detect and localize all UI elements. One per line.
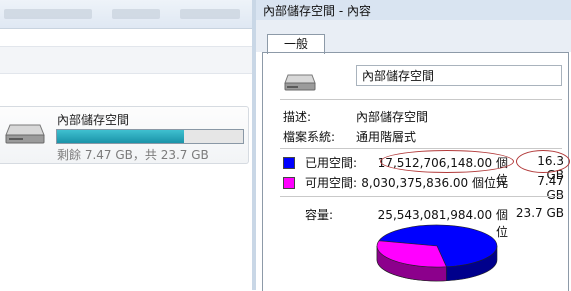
properties-dialog: 內部儲存空間 - 內容 一般 內部儲存空間 描述: 內部儲存空間 檔案系統: 通… xyxy=(252,0,571,291)
capacity-label: 容量: xyxy=(305,208,334,222)
capacity-size: 23.7 GB xyxy=(515,206,564,220)
explorer-pane: 內部儲存空間 剩餘 7.47 GB，共 23.7 GB xyxy=(0,0,252,290)
highlight-circle xyxy=(380,150,514,173)
free-space-size: 7.47 GB xyxy=(537,174,564,202)
drive-free-space-text: 剩餘 7.47 GB，共 23.7 GB xyxy=(57,148,209,162)
description-label: 描述: xyxy=(283,110,312,124)
divider xyxy=(280,148,562,149)
usage-pie-chart xyxy=(376,224,498,282)
hard-drive-icon xyxy=(5,124,45,144)
description-value: 內部儲存空間 xyxy=(356,110,429,124)
used-space-swatch xyxy=(283,157,295,169)
free-space-label: 可用空間: xyxy=(305,176,358,190)
free-space-swatch xyxy=(283,177,295,189)
blurred-toolbar-item[interactable] xyxy=(180,9,240,19)
drive-tile[interactable]: 內部儲存空間 剩餘 7.47 GB，共 23.7 GB xyxy=(0,106,249,164)
filesystem-value: 通用階層式 xyxy=(356,130,417,144)
highlight-circle xyxy=(516,150,570,173)
blurred-toolbar-item[interactable] xyxy=(4,9,92,19)
explorer-toolbar xyxy=(0,0,252,29)
drive-name-field[interactable]: 內部儲存空間 xyxy=(356,65,562,86)
drive-usage-bar xyxy=(56,129,244,144)
dialog-title: 內部儲存空間 - 內容 xyxy=(263,4,371,18)
tab-general[interactable]: 一般 xyxy=(267,34,325,54)
dialog-titlebar[interactable]: 內部儲存空間 - 內容 xyxy=(256,0,571,20)
divider xyxy=(280,196,562,197)
divider xyxy=(280,99,562,100)
explorer-header-band xyxy=(0,46,252,74)
used-space-label: 已用空間: xyxy=(305,156,358,170)
hard-drive-icon xyxy=(284,74,316,91)
tab-strip: 一般 xyxy=(256,20,571,54)
blurred-toolbar-item[interactable] xyxy=(112,9,160,19)
free-space-bytes: 8,030,375,836.00 個位元 xyxy=(361,176,508,190)
filesystem-label: 檔案系統: xyxy=(283,130,336,144)
drive-name: 內部儲存空間 xyxy=(57,113,130,127)
drive-usage-bar-fill xyxy=(57,130,185,143)
